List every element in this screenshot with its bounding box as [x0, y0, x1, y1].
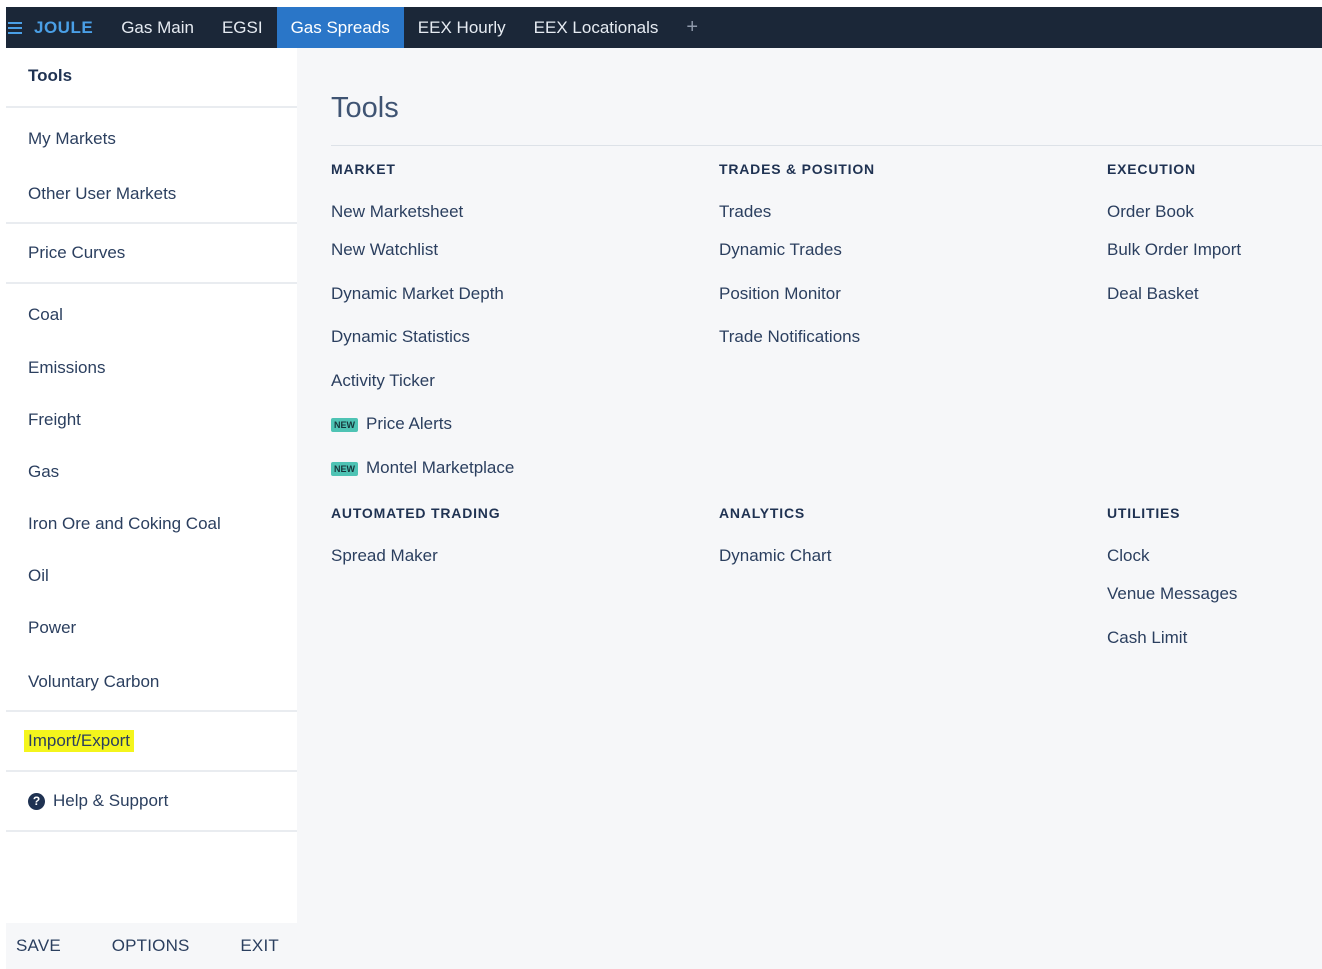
sidebar-item-my-markets[interactable]: My Markets [6, 108, 297, 166]
dynamic-trades-link[interactable]: Dynamic Trades [719, 223, 1079, 267]
sidebar-item-freight[interactable]: Freight [6, 394, 297, 446]
divider [331, 145, 1322, 146]
sidebar-item-emissions[interactable]: Emissions [6, 342, 297, 394]
sidebar-item-gas[interactable]: Gas [6, 446, 297, 498]
link-label: Price Alerts [366, 414, 452, 433]
save-button[interactable]: SAVE [16, 936, 61, 956]
section-heading: EXECUTION [1107, 161, 1196, 177]
new-badge: NEW [331, 461, 358, 476]
sidebar-item-label: Import/Export [24, 730, 135, 752]
section-heading: AUTOMATED TRADING [331, 505, 501, 521]
cash-limit-link[interactable]: Cash Limit [1107, 611, 1317, 655]
bulk-order-import-link[interactable]: Bulk Order Import [1107, 223, 1317, 267]
clock-link[interactable]: Clock [1107, 527, 1317, 567]
section-heading: UTILITIES [1107, 505, 1181, 521]
app-window: JOULE Gas Main EGSI Gas Spreads EEX Hour… [6, 7, 1322, 969]
sidebar-item-price-curves[interactable]: Price Curves [6, 224, 297, 282]
page-title: Tools [331, 92, 399, 124]
sidebar-header[interactable]: Tools [6, 48, 297, 106]
dynamic-chart-link[interactable]: Dynamic Chart [719, 527, 1079, 567]
exit-button[interactable]: EXIT [240, 936, 279, 956]
activity-ticker-link[interactable]: Activity Ticker [331, 354, 691, 398]
divider [6, 830, 297, 832]
link-label: Montel Marketplace [366, 457, 515, 477]
sidebar-item-label: Help & Support [53, 791, 169, 810]
sidebar-item-other-user-markets[interactable]: Other User Markets [6, 166, 297, 222]
tab-egsi[interactable]: EGSI [208, 7, 277, 48]
sidebar-item-power[interactable]: Power [6, 602, 297, 654]
trades-position-section: TRADES & POSITION Trades Dynamic Trades … [719, 161, 1079, 354]
sidebar: Tools My Markets Other User Markets Pric… [6, 48, 297, 969]
top-bar: JOULE Gas Main EGSI Gas Spreads EEX Hour… [6, 7, 1322, 48]
main-content: Tools MARKET New Marketsheet New Watchli… [297, 48, 1322, 969]
tab-eex-locationals[interactable]: EEX Locationals [520, 7, 673, 48]
new-badge: NEW [331, 418, 358, 432]
section-heading: MARKET [331, 161, 396, 177]
order-book-link[interactable]: Order Book [1107, 183, 1317, 223]
utilities-section: UTILITIES Clock Venue Messages Cash Limi… [1107, 505, 1317, 654]
tab-gas-spreads[interactable]: Gas Spreads [276, 7, 404, 48]
dynamic-statistics-link[interactable]: Dynamic Statistics [331, 310, 691, 354]
add-tab-icon[interactable]: + [672, 7, 712, 48]
execution-section: EXECUTION Order Book Bulk Order Import D… [1107, 161, 1317, 310]
sidebar-item-voluntary-carbon[interactable]: Voluntary Carbon [6, 654, 297, 710]
tab-eex-hourly[interactable]: EEX Hourly [404, 7, 520, 48]
trades-link[interactable]: Trades [719, 183, 1079, 223]
dynamic-market-depth-link[interactable]: Dynamic Market Depth [331, 267, 691, 311]
trade-notifications-link[interactable]: Trade Notifications [719, 310, 1079, 354]
new-watchlist-link[interactable]: New Watchlist [331, 223, 691, 267]
options-button[interactable]: OPTIONS [112, 936, 190, 956]
automated-trading-section: AUTOMATED TRADING Spread Maker [331, 505, 691, 567]
new-marketsheet-link[interactable]: New Marketsheet [331, 183, 691, 223]
sidebar-item-help-support[interactable]: ? Help & Support [6, 772, 297, 830]
market-section: MARKET New Marketsheet New Watchlist Dyn… [331, 161, 691, 484]
joule-menu-button[interactable]: JOULE [6, 7, 107, 48]
analytics-section: ANALYTICS Dynamic Chart [719, 505, 1079, 567]
venue-messages-link[interactable]: Venue Messages [1107, 567, 1317, 611]
sidebar-item-coal[interactable]: Coal [6, 284, 297, 342]
sidebar-item-import-export[interactable]: Import/Export [6, 712, 297, 770]
price-alerts-link[interactable]: NEW Price Alerts [331, 397, 691, 441]
position-monitor-link[interactable]: Position Monitor [719, 267, 1079, 311]
sidebar-footer: SAVE OPTIONS EXIT [6, 923, 297, 969]
montel-marketplace-link[interactable]: NEW Montel Marketplace [331, 441, 691, 485]
spread-maker-link[interactable]: Spread Maker [331, 527, 691, 567]
section-heading: ANALYTICS [719, 505, 806, 521]
question-circle-icon: ? [28, 792, 45, 810]
sidebar-item-iron-ore[interactable]: Iron Ore and Coking Coal [6, 498, 297, 550]
section-heading: TRADES & POSITION [719, 161, 875, 177]
deal-basket-link[interactable]: Deal Basket [1107, 267, 1317, 311]
hamburger-icon [8, 19, 22, 37]
sidebar-item-oil[interactable]: Oil [6, 550, 297, 602]
tab-gas-main[interactable]: Gas Main [107, 7, 208, 48]
brand-label: JOULE [34, 17, 94, 37]
